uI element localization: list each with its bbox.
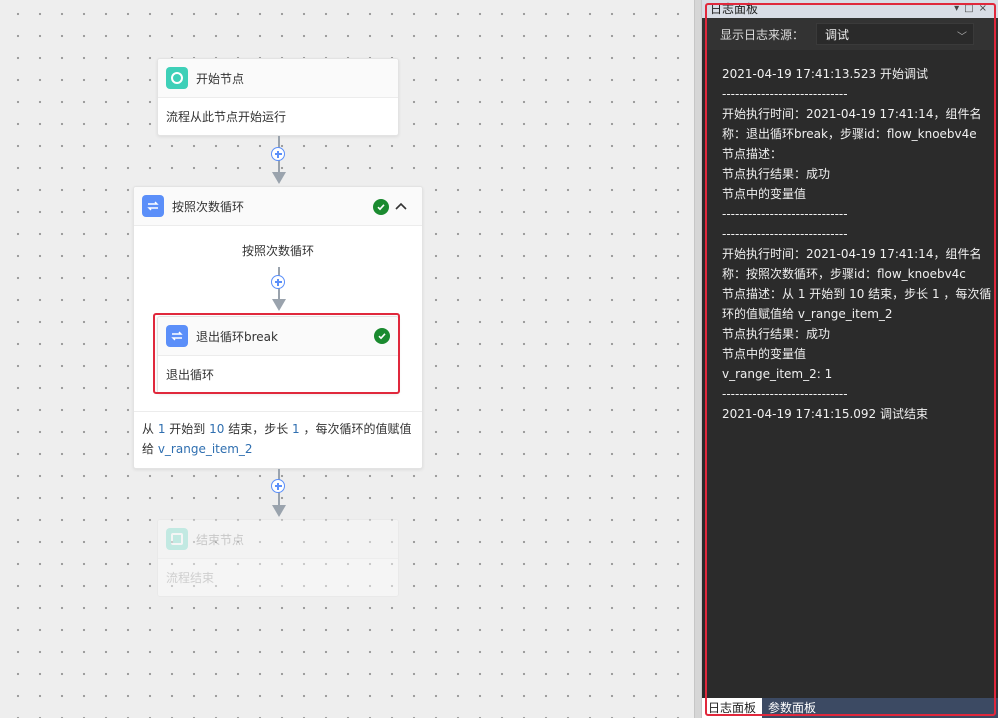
end-node-icon	[166, 528, 188, 550]
log-line: 节点执行结果：成功	[722, 167, 831, 181]
log-line: 开始执行时间：2021-04-19 17:41:14，组件名称：按照次数循环，步…	[722, 247, 982, 281]
add-node-icon[interactable]	[271, 479, 285, 493]
arrow-down-icon	[272, 172, 286, 184]
log-panel-title: 日志面板	[710, 2, 759, 16]
end-node-title: 结束节点	[196, 532, 245, 547]
log-panel-tabs: 日志面板 参数面板	[702, 698, 998, 718]
log-source-value: 调试	[825, 27, 850, 42]
log-line: 开始执行时间：2021-04-19 17:41:14，组件名称：退出循环brea…	[722, 107, 982, 141]
loop-node-title: 按照次数循环	[172, 199, 245, 214]
log-line: 2021-04-19 17:41:13.523 开始调试	[722, 67, 928, 81]
start-node-icon	[166, 67, 188, 89]
arrow-down-icon	[272, 299, 286, 311]
break-node-title: 退出循环break	[196, 329, 278, 344]
add-node-icon[interactable]	[271, 147, 285, 161]
log-source-select[interactable]: 调试 ﹀	[816, 23, 975, 45]
window-controls[interactable]: ▾□×	[954, 0, 992, 18]
log-line: 节点描述：	[722, 147, 783, 161]
chevron-up-icon[interactable]	[394, 201, 408, 211]
log-line: 节点执行结果：成功	[722, 327, 831, 341]
start-node-title: 开始节点	[196, 71, 245, 86]
arrow-down-icon	[272, 505, 286, 517]
success-check-icon	[374, 328, 390, 344]
tab-params[interactable]: 参数面板	[762, 698, 822, 718]
log-panel: 日志面板 ▾□× 显示日志来源： 调试 ﹀ 2021-04-19 17:41:1…	[702, 0, 998, 718]
start-node[interactable]: 开始节点 流程从此节点开始运行	[157, 58, 399, 136]
break-node[interactable]: 退出循环break 退出循环	[157, 316, 399, 394]
panel-splitter[interactable]	[694, 0, 702, 718]
log-line: 2021-04-19 17:41:15.092 调试结束	[722, 407, 928, 421]
connector-loop-end	[269, 469, 289, 519]
log-line: 节点中的变量值	[722, 187, 807, 201]
log-line: -----------------------------	[722, 387, 848, 401]
tab-log[interactable]: 日志面板	[702, 698, 763, 718]
log-line: -----------------------------	[722, 87, 848, 101]
log-line: -----------------------------	[722, 207, 848, 221]
log-output: 2021-04-19 17:41:13.523 开始调试 ------------…	[722, 64, 994, 424]
success-check-icon	[373, 199, 389, 215]
end-node-desc: 流程结束	[166, 570, 215, 585]
break-node-desc: 退出循环	[166, 367, 215, 382]
log-source-bar: 显示日志来源： 调试 ﹀	[702, 18, 998, 50]
log-line: 节点描述：从 1 开始到 10 结束，步长 1 ，每次循环的值赋值给 v_ran…	[722, 287, 992, 321]
log-line: -----------------------------	[722, 227, 848, 241]
loop-icon	[142, 195, 164, 217]
start-node-desc: 流程从此节点开始运行	[166, 109, 287, 124]
connector-start-loop	[269, 136, 289, 186]
end-node[interactable]: 结束节点 流程结束	[157, 519, 399, 597]
flow-canvas[interactable]: 开始节点 流程从此节点开始运行 按照次数循环 按照次数循环 从 1 开始到 10…	[0, 0, 694, 718]
add-node-icon[interactable]	[271, 275, 285, 289]
loop-node-desc: 从 1 开始到 10 结束，步长 1 ，每次循环的值赋值给 v_range_it…	[142, 422, 412, 456]
log-panel-titlebar: 日志面板 ▾□×	[702, 0, 998, 18]
chevron-down-icon: ﹀	[957, 32, 968, 43]
log-source-label: 显示日志来源：	[720, 27, 805, 42]
log-line: 节点中的变量值	[722, 347, 807, 361]
connector-loop-break	[269, 267, 289, 313]
loop-inner-title: 按照次数循环	[241, 244, 314, 258]
loop-icon	[166, 325, 188, 347]
log-line: v_range_item_2: 1	[722, 367, 833, 381]
